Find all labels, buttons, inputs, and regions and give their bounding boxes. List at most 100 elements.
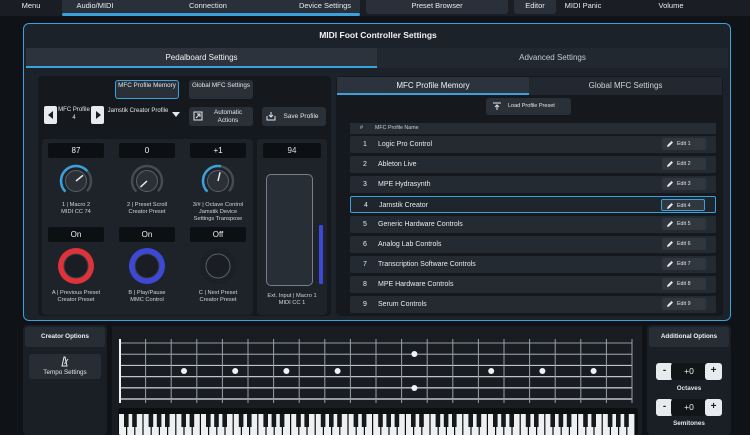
edit-button[interactable]: Edit 3	[662, 178, 706, 190]
semitone-plus-button[interactable]: +	[705, 399, 722, 416]
profile-row[interactable]: 2 Ableton Live Edit 2	[350, 156, 716, 173]
black-key	[443, 414, 449, 427]
black-key	[525, 414, 531, 427]
footswitch-c-graphic	[200, 248, 236, 284]
metronome-icon	[61, 356, 69, 367]
tab-global-mfc-settings[interactable]: Global MFC Settings	[529, 77, 722, 95]
switch-b-state: On	[119, 227, 175, 242]
next-profile-button[interactable]	[91, 106, 104, 124]
menu-button[interactable]: Menu	[0, 0, 62, 14]
black-key	[501, 414, 506, 427]
black-key	[148, 414, 154, 427]
footswitch-a[interactable]	[56, 246, 96, 286]
tab-device-settings[interactable]: Device Settings	[290, 0, 360, 14]
knob-value: 87	[48, 143, 104, 158]
profile-row[interactable]: 9 Serum Controls Edit 9	[350, 296, 716, 313]
edit-button[interactable]: Edit 1	[662, 138, 706, 150]
knob-2[interactable]	[129, 163, 165, 199]
tab-advanced-settings[interactable]: Advanced Settings	[377, 48, 728, 68]
pencil-icon	[667, 221, 673, 227]
creator-options-panel: Creator Options Tempo Settings	[23, 325, 107, 435]
profile-row[interactable]: 3 MPE Hydrasynth Edit 3	[350, 176, 716, 193]
edit-button[interactable]: Edit 5	[662, 218, 706, 230]
row-name: Ableton Live	[378, 161, 417, 168]
profile-row[interactable]: 8 MPE Hardware Controls Edit 8	[350, 276, 716, 293]
automation-icon	[193, 111, 203, 121]
tab-connection[interactable]: Connection	[150, 0, 266, 14]
edit-button[interactable]: Edit 8	[662, 278, 706, 290]
knob-2-label: 2 | Preset Scroll Creator Preset	[126, 202, 168, 215]
save-profile-button[interactable]: Save Profile	[262, 107, 326, 126]
fret-marker	[411, 385, 418, 391]
profile-row-selected[interactable]: 4 Jamstik Creator Edit 4	[350, 196, 716, 213]
edit-button[interactable]: Edit 2	[662, 158, 706, 170]
expression-label: Ext. Input | Macro 1 MIDI CC 1	[267, 293, 317, 306]
edit-label: Edit 5	[677, 221, 691, 227]
black-key	[534, 414, 539, 427]
midi-panic-button[interactable]: MIDI Panic	[558, 0, 608, 14]
black-key	[591, 414, 596, 427]
tab-pedalboard-settings[interactable]: Pedalboard Settings	[26, 48, 377, 68]
fret-marker	[334, 368, 341, 374]
tempo-settings-button[interactable]: Tempo Settings	[29, 354, 101, 379]
expression-pedal[interactable]	[266, 174, 313, 286]
fret-marker	[590, 368, 597, 374]
tab-mfc-profile-memory[interactable]: MFC Profile Memory	[337, 77, 529, 95]
preset-browser-button[interactable]: Preset Browser	[366, 0, 508, 14]
black-key	[263, 414, 268, 427]
edit-button[interactable]: Edit 4	[661, 199, 705, 211]
footswitch-b[interactable]	[127, 246, 167, 286]
row-name: Transcription Software Controls	[378, 261, 476, 268]
switch-c-label: C | Next Preset Creator Preset	[198, 290, 238, 303]
knob-1-graphic	[59, 164, 93, 198]
profile-row[interactable]: 1 Logic Pro Control Edit 1	[350, 136, 716, 153]
black-key	[493, 414, 498, 427]
profile-name: MFC Profile 4	[58, 107, 90, 121]
knob-1[interactable]	[58, 163, 94, 199]
tab-audio-midi[interactable]: Audio/MIDI	[62, 0, 128, 14]
edit-label: Edit 1	[677, 141, 691, 147]
edit-button[interactable]: Edit 7	[662, 258, 706, 270]
row-number: 7	[363, 261, 367, 268]
pencil-icon	[667, 181, 673, 187]
row-number: 1	[363, 141, 367, 148]
black-key	[452, 414, 457, 427]
black-key	[476, 414, 482, 427]
editor-button[interactable]: Editor	[514, 0, 556, 14]
black-key	[329, 414, 334, 427]
black-key	[394, 414, 400, 427]
expression-level-bar	[319, 224, 323, 284]
black-key	[616, 414, 621, 427]
creator-profile-dropdown[interactable]: Jamstik Creator Profile	[106, 106, 182, 124]
black-key	[124, 414, 129, 427]
profile-row[interactable]: 6 Analog Lab Controls Edit 6	[350, 236, 716, 253]
expression-pedal-box: 94 Ext. Input | Macro 1 MIDI CC 1	[257, 139, 327, 315]
octave-plus-button[interactable]: +	[705, 363, 722, 380]
knob-3[interactable]	[200, 163, 236, 199]
panel-title: MIDI Foot Controller Settings	[319, 30, 437, 40]
switch-b-label: B | Play/Pause MMC Control	[128, 290, 166, 303]
automatic-actions-button[interactable]: Automatic Actions	[189, 107, 253, 126]
volume-control[interactable]: Volume	[612, 0, 730, 14]
previous-profile-button[interactable]	[44, 106, 57, 124]
mfc-profile-memory-button[interactable]: MFC Profile Memory	[115, 80, 179, 99]
edit-button[interactable]: Edit 9	[662, 298, 706, 310]
load-profile-preset-button[interactable]: Load Profile Preset	[486, 98, 571, 115]
upload-icon	[493, 102, 501, 110]
settings-tabs: Pedalboard Settings Advanced Settings	[26, 48, 728, 68]
additional-options-title: Additional Options	[649, 327, 729, 347]
row-number: 6	[363, 241, 367, 248]
row-name: Logic Pro Control	[378, 141, 433, 148]
row-number: 3	[363, 181, 367, 188]
black-key	[468, 414, 473, 427]
black-key	[386, 414, 391, 427]
profile-row[interactable]: 7 Transcription Software Controls Edit 7	[350, 256, 716, 273]
knob-1-label: 1 | Macro 2 MIDI CC 74	[61, 202, 91, 215]
global-mfc-settings-button[interactable]: Global MFC Settings	[189, 80, 253, 99]
edit-button[interactable]: Edit 6	[662, 238, 706, 250]
footswitch-c[interactable]	[198, 246, 238, 286]
profile-row[interactable]: 5 Generic Hardware Controls Edit 5	[350, 216, 716, 233]
black-key	[550, 414, 555, 427]
black-key	[320, 414, 326, 427]
row-number: 5	[363, 221, 367, 228]
